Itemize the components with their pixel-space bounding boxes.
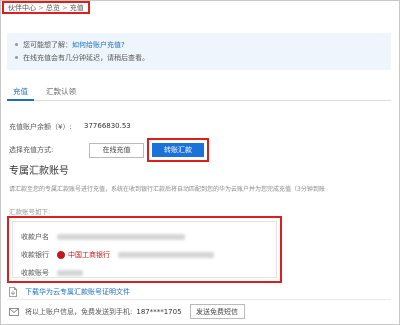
tab-recharge[interactable]: 充值: [7, 85, 34, 101]
bank-row: 收款银行 中国工商银行: [21, 246, 276, 264]
method-label: 选择充值方式:: [9, 146, 54, 154]
wire-transfer-button[interactable]: 转账汇款: [152, 143, 204, 157]
account-number-label: 收款账号: [21, 269, 49, 277]
breadcrumb-item-partner-center[interactable]: 伙伴中心: [8, 3, 36, 13]
send-sms-button[interactable]: 发送免费短信: [189, 304, 245, 319]
phone-number: 187****1705: [136, 307, 182, 316]
notice-delay-text: 在线充值会有几分钟延迟，请稍后查看。: [23, 53, 149, 62]
account-info-highlight: 收款户名 收款银行 中国工商银行 收款账号: [7, 216, 282, 283]
account-info-title: 汇款账号如下:: [9, 208, 51, 216]
section-title: 专属汇款账号: [9, 166, 69, 177]
sms-text: 将以上账户信息，免费发送到手机:: [25, 307, 133, 316]
bank-name: 中国工商银行: [68, 251, 110, 259]
tab-bar: 充值 汇款认领: [7, 85, 391, 101]
description-text: 请汇款至您的专属汇款账号进行充值，系统在收到银行汇款后将自动匹配到您的华为云账户…: [9, 184, 391, 193]
account-info-panel: 收款户名 收款银行 中国工商银行 收款账号: [12, 221, 277, 278]
account-number-redacted: [57, 270, 83, 276]
bank-branch-redacted: [118, 252, 214, 258]
description-visible-text: 请汇款至您的专属汇款账号进行充值，系统在收到银行汇款后将自动匹配到您的华为云账户…: [9, 186, 325, 193]
breadcrumb: 伙伴中心 > 总览 > 充值: [2, 1, 90, 14]
divider: [7, 299, 391, 300]
mail-icon: [9, 307, 19, 316]
balance-value: 37766830.53: [84, 122, 131, 130]
download-row: 下载华为云专属汇款账号证明文件: [9, 287, 130, 297]
recharge-method-row: 选择充值方式: 在线充值 转账汇款: [9, 138, 209, 162]
info-notice: 您可能想了解： 如何给账户充值? 在线充值会有几分钟延迟，请稍后查看。: [7, 33, 391, 70]
tab-remittance-claim[interactable]: 汇款认领: [40, 85, 82, 101]
notice-help-prefix: 您可能想了解：: [23, 40, 72, 49]
breadcrumb-item-overview[interactable]: 总览: [46, 3, 60, 13]
breadcrumb-separator: >: [61, 3, 68, 12]
bank-label: 收款银行: [21, 251, 49, 259]
how-to-recharge-link[interactable]: 如何给账户充值?: [72, 40, 125, 50]
bullet-icon: [15, 56, 18, 59]
sms-row: 将以上账户信息，免费发送到手机: 187****1705 发送免费短信: [9, 304, 245, 319]
wire-transfer-highlight: 转账汇款: [147, 138, 209, 162]
balance-label: 充值账户余额（¥）:: [9, 123, 72, 131]
account-name-label: 收款户名: [21, 233, 49, 241]
pdf-file-icon: [9, 287, 17, 297]
bullet-icon: [15, 43, 18, 46]
balance-row: 充值账户余额（¥）: 37766830.53: [9, 122, 131, 132]
account-name-row: 收款户名: [21, 228, 276, 246]
notice-row-delay: 在线充值会有几分钟延迟，请稍后查看。: [15, 51, 383, 64]
account-number-row: 收款账号: [21, 264, 276, 282]
download-proof-link[interactable]: 下载华为云专属汇款账号证明文件: [25, 287, 130, 297]
notice-row-help: 您可能想了解： 如何给账户充值?: [15, 38, 383, 51]
icbc-logo-icon: [57, 251, 65, 259]
breadcrumb-separator: >: [38, 3, 44, 12]
online-recharge-button[interactable]: 在线充值: [89, 142, 144, 158]
breadcrumb-item-recharge: 充值: [69, 3, 84, 12]
account-name-redacted: [57, 234, 185, 240]
